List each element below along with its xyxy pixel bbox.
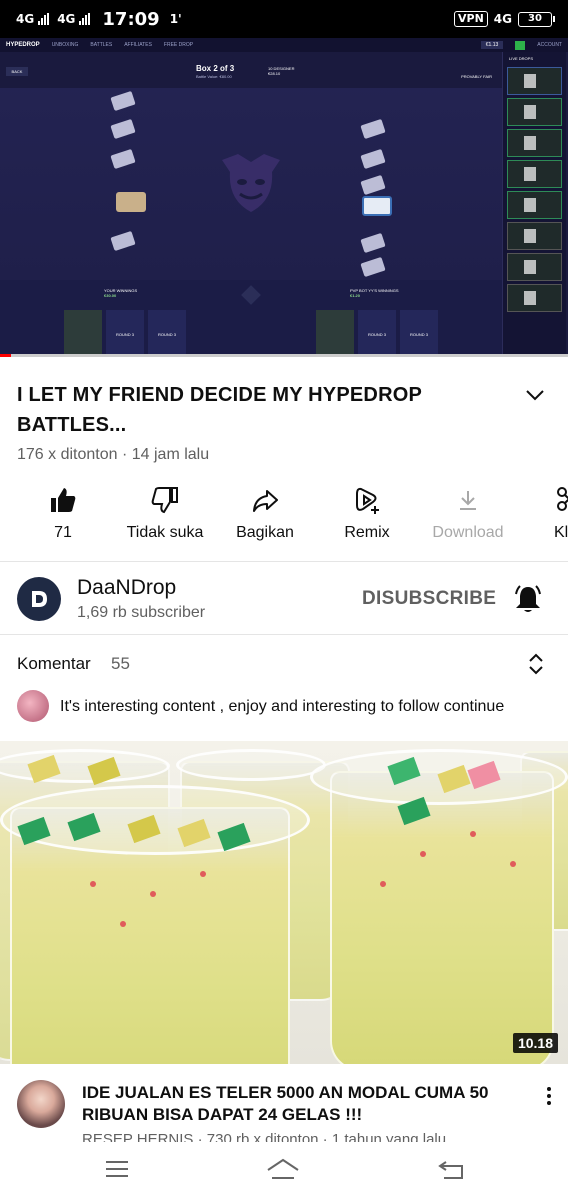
live-drops-title: LIVE DROPS <box>509 56 534 61</box>
network-type-1: 4G <box>16 12 35 26</box>
comments-label[interactable]: Komentar <box>17 654 91 674</box>
box-title: Box 2 of 3 <box>196 64 235 73</box>
site-back-button: BACK <box>6 67 28 76</box>
clip-label: Kl <box>554 524 568 541</box>
clock: 17:09 <box>102 8 160 30</box>
round-card <box>316 310 354 356</box>
next-video-channel-avatar[interactable] <box>17 1080 65 1128</box>
channel-avatar[interactable] <box>17 577 61 621</box>
dislike-button[interactable]: Tidak suka <box>115 482 215 542</box>
box-designer: 10 DESIGNER €28.10 <box>268 66 295 76</box>
next-video-thumbnail[interactable] <box>0 741 568 1064</box>
download-button[interactable]: Download <box>418 482 518 542</box>
site-account: ACCOUNT <box>537 42 562 48</box>
remix-icon <box>317 482 417 518</box>
thumbs-up-filled-icon <box>13 482 113 518</box>
vpn-badge: VPN <box>454 11 488 27</box>
channel-logo-icon <box>32 591 47 607</box>
round-card: ROUND 3 <box>358 310 396 356</box>
download-label: Download <box>432 524 504 541</box>
divider <box>0 561 568 562</box>
share-icon <box>215 482 315 518</box>
remix-label: Remix <box>344 524 390 541</box>
next-video-title[interactable]: IDE JUALAN ES TELER 5000 AN MODAL CUMA 5… <box>82 1082 522 1126</box>
like-count: 71 <box>54 524 72 541</box>
opponent-winnings: PVP BOT YY'S WINNINGS €1.20 <box>350 288 399 298</box>
chevron-down-icon[interactable] <box>524 384 546 406</box>
unsubscribe-button[interactable]: DISUBSCRIBE <box>362 588 496 610</box>
site-balance: €1.13 <box>480 41 504 49</box>
share-label: Bagikan <box>236 524 294 541</box>
provably-fair: PROVABLY FAIR <box>461 74 492 79</box>
like-button[interactable]: 71 <box>13 482 113 542</box>
more-vert-icon[interactable] <box>545 1086 553 1106</box>
subscriber-count: 1,69 rb subscriber <box>77 604 206 621</box>
home-icon[interactable] <box>266 1158 300 1182</box>
share-button[interactable]: Bagikan <box>215 482 315 542</box>
your-winnings: YOUR WINNINGS €30.00 <box>104 288 138 298</box>
site-nav-item: FREE DROP <box>163 42 194 48</box>
channel-name[interactable]: DaaNDrop <box>77 576 176 600</box>
clip-button[interactable]: Kl <box>514 482 568 542</box>
expand-collapse-icon[interactable] <box>527 653 545 675</box>
site-nav-item: UNBOXING <box>51 42 79 48</box>
video-title[interactable]: I LET MY FRIEND DECIDE MY HYPEDROP BATTL… <box>17 380 497 440</box>
comments-count: 55 <box>111 654 130 673</box>
download-icon <box>418 482 518 518</box>
site-header: HYPEDROP UNBOXING BATTLES AFFILIATES FRE… <box>0 38 568 52</box>
thumbs-down-icon <box>115 482 215 518</box>
site-nav-item: BATTLES <box>90 42 113 48</box>
round-card: ROUND 3 <box>148 310 186 356</box>
round-card: ROUND 3 <box>106 310 144 356</box>
commenter-avatar[interactable] <box>17 690 49 722</box>
network-type-3: 4G <box>493 12 512 26</box>
jester-mask-icon <box>222 154 280 212</box>
system-nav-bar <box>0 1142 568 1200</box>
top-comment-text[interactable]: It's interesting content , enjoy and int… <box>60 698 504 716</box>
status-bar: 4G 4G 17:09 1' VPN 4G 30 <box>0 0 568 38</box>
network-type-2: 4G <box>57 12 76 26</box>
plus-icon <box>515 40 526 50</box>
signal-icon <box>79 13 91 25</box>
back-icon[interactable] <box>438 1158 464 1180</box>
dislike-label: Tidak suka <box>126 524 204 541</box>
menu-icon[interactable] <box>104 1158 130 1180</box>
battery-icon: 30 <box>518 11 555 27</box>
bell-icon[interactable] <box>514 584 542 614</box>
signal-icon <box>38 13 50 25</box>
live-drops-panel: LIVE DROPS <box>502 52 566 356</box>
status-extra: 1' <box>169 12 182 26</box>
battle-header: BACK Box 2 of 3 Battle Value: €80.00 10 … <box>0 52 502 88</box>
video-progress-bar[interactable] <box>0 354 568 357</box>
action-row: 71 Tidak suka Bagikan Remix Download Kl <box>0 482 568 552</box>
video-meta[interactable]: 176 x ditonton · 14 jam lalu <box>17 446 209 464</box>
video-player[interactable]: HYPEDROP UNBOXING BATTLES AFFILIATES FRE… <box>0 38 568 356</box>
next-video-meta: RESEP HERNIS · 730 rb x ditonton · 1 tah… <box>82 1131 447 1142</box>
round-card: ROUND 3 <box>400 310 438 356</box>
video-duration-badge: 10.18 <box>512 1033 558 1053</box>
battle-results: YOUR WINNINGS €30.00 PVP BOT YY'S WINNING… <box>0 280 502 356</box>
divider-diamond <box>241 285 261 305</box>
site-nav-item: AFFILIATES <box>124 42 152 48</box>
box-subtitle: Battle Value: €80.00 <box>196 74 232 79</box>
site-logo: HYPEDROP <box>6 42 40 48</box>
round-card <box>64 310 102 356</box>
remix-button[interactable]: Remix <box>317 482 417 542</box>
divider <box>0 634 568 635</box>
scissors-icon <box>554 482 568 518</box>
